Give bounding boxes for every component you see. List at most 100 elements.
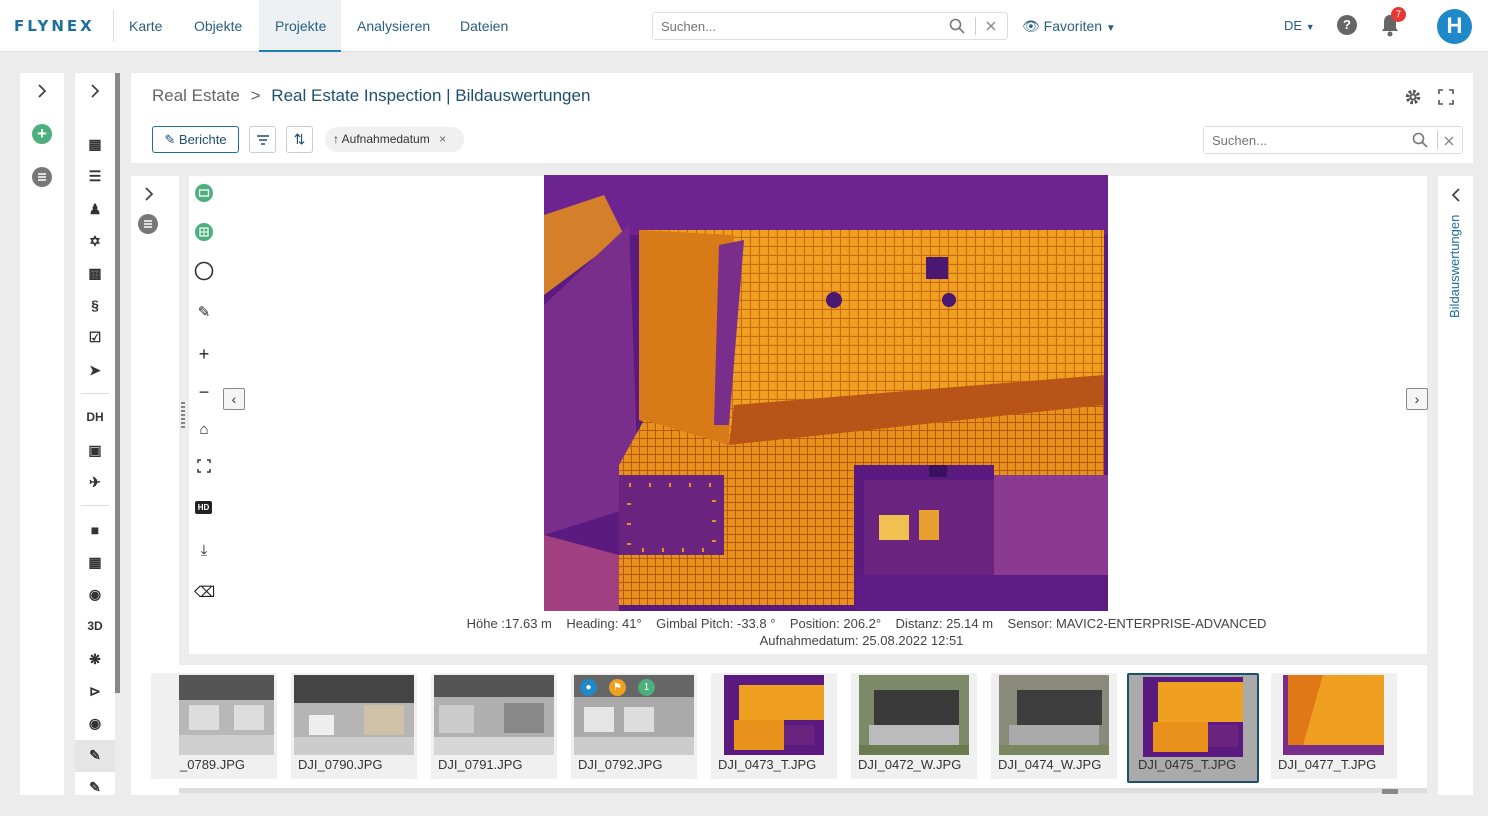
bildauswertungen-label: Bildauswertungen: [1447, 214, 1462, 318]
fullscreen-icon[interactable]: [1438, 89, 1454, 105]
thumbnail-image: [434, 675, 554, 755]
thumbnail-item[interactable]: DJI_0473_T.JPG: [711, 673, 837, 779]
bildauswertungen-tab[interactable]: Bildauswertungen: [1447, 205, 1467, 325]
thumbnail-image: [724, 675, 824, 755]
next-image-button[interactable]: ›: [1406, 388, 1428, 410]
user-avatar[interactable]: H: [1437, 9, 1472, 44]
chevron-right-icon[interactable]: [89, 84, 101, 98]
bug-icon[interactable]: ❋: [85, 649, 105, 669]
filter-icon: [256, 135, 269, 145]
viewer-tool-grid[interactable]: [194, 223, 214, 243]
thumbnail-label: DJI_0473_T.JPG: [718, 757, 817, 772]
thumbnail-scrollbar[interactable]: [179, 788, 1427, 793]
download-icon[interactable]: ⤓: [194, 541, 214, 561]
nav-projekte[interactable]: Projekte: [259, 0, 341, 52]
thumbnail-item[interactable]: DJI_0791.JPG: [431, 673, 557, 779]
thumbnail-label: DJI_0791.JPG: [438, 757, 523, 772]
image-metadata-line1: Höhe :17.63 m Heading: 41° Gimbal Pitch:…: [466, 616, 1267, 631]
nav-dateien[interactable]: Dateien: [444, 0, 524, 52]
route-icon[interactable]: ⊳: [85, 681, 105, 701]
hd-icon[interactable]: HD: [194, 498, 214, 518]
sidebar-scrollbar[interactable]: [115, 73, 120, 693]
thumbnail-item[interactable]: DJI_0472_W.JPG: [851, 673, 977, 779]
3d-icon[interactable]: 3D: [85, 616, 105, 636]
list-menu-icon[interactable]: [138, 214, 158, 234]
chevron-right-icon[interactable]: [143, 187, 155, 201]
help-icon[interactable]: ?: [1337, 15, 1357, 35]
annotate-icon[interactable]: ✎: [85, 745, 105, 765]
checklist-icon[interactable]: ☑: [85, 327, 105, 347]
nav-karte[interactable]: Karte: [113, 0, 178, 52]
list-menu-icon[interactable]: [32, 167, 52, 187]
chip-close-icon[interactable]: ×: [439, 132, 446, 146]
favorites-menu[interactable]: 👁 Favoriten ▼: [1022, 18, 1116, 35]
flight-icon[interactable]: ✈: [85, 472, 105, 492]
hd-label: HD: [195, 501, 212, 514]
fullscreen-icon[interactable]: [194, 459, 214, 479]
law-icon[interactable]: §: [85, 295, 105, 315]
thumbnail-item[interactable]: DJI_0790.JPG: [291, 673, 417, 779]
add-icon[interactable]: +: [32, 124, 52, 144]
location-pin-icon[interactable]: ●: [580, 679, 597, 696]
map-icon[interactable]: ▩: [85, 263, 105, 283]
team-icon[interactable]: ♟: [85, 199, 105, 219]
previous-image-button[interactable]: ‹: [223, 388, 245, 410]
thumbnail-item[interactable]: DJI_0474_W.JPG: [991, 673, 1117, 779]
home-icon[interactable]: ⌂: [194, 420, 214, 440]
sort-chip[interactable]: ↑ Aufnahmedatum ×: [325, 127, 464, 152]
chevron-left-icon[interactable]: [1451, 188, 1461, 202]
gear-icon[interactable]: [1404, 88, 1422, 106]
caret-down-icon: ▼: [1105, 23, 1116, 34]
filter-button[interactable]: [249, 126, 276, 153]
image-metadata-line2: Aufnahmedatum: 25.08.2022 12:51: [759, 633, 964, 648]
search-divider: [1437, 131, 1438, 149]
thumbnail-item[interactable]: _0789.JPG: [151, 673, 277, 779]
dashboard-icon[interactable]: ▦: [85, 552, 105, 572]
resize-handle[interactable]: [181, 402, 185, 428]
eye-icon: 👁: [1022, 18, 1040, 34]
flynex-logo[interactable]: FLYNEX: [14, 17, 95, 35]
dh-icon[interactable]: DH: [85, 407, 105, 427]
breadcrumb: Real Estate > Real Estate Inspection | B…: [152, 86, 590, 106]
zoom-out-icon[interactable]: −: [194, 382, 214, 402]
breadcrumb-parent[interactable]: Real Estate: [152, 86, 240, 105]
header-search-input[interactable]: [1204, 127, 1404, 153]
list-icon[interactable]: ☰: [85, 166, 105, 186]
annotation-count-badge[interactable]: 1: [638, 679, 655, 696]
nav-objekte[interactable]: Objekte: [178, 0, 258, 52]
nav-analysieren[interactable]: Analysieren: [341, 0, 446, 52]
thumbnail-item-selected[interactable]: DJI_0475_T.JPG: [1127, 673, 1259, 783]
berichte-button[interactable]: ✎ Berichte: [152, 126, 239, 153]
clear-icon[interactable]: [986, 21, 996, 31]
export-icon[interactable]: ➤: [85, 360, 105, 380]
flag-icon[interactable]: ⚑: [609, 679, 626, 696]
language-select[interactable]: DE ▼: [1284, 18, 1315, 33]
marker-icon[interactable]: ◉: [85, 713, 105, 733]
live-icon[interactable]: ▣: [85, 440, 105, 460]
thermal-image[interactable]: [544, 175, 1108, 611]
thumbnail-label: _0789.JPG: [180, 757, 246, 772]
pencil-icon[interactable]: ✎: [194, 303, 214, 323]
viewer-tool-rectangle[interactable]: [194, 184, 214, 204]
top-search-input[interactable]: [653, 13, 933, 39]
viewer-tool-circle[interactable]: [194, 261, 214, 281]
hierarchy-icon[interactable]: ▦: [85, 134, 105, 154]
sort-chip-label: Aufnahmedatum: [341, 132, 430, 146]
camera-icon[interactable]: ◉: [85, 584, 105, 604]
edit-icon[interactable]: ✎: [85, 777, 105, 797]
search-icon[interactable]: [1412, 132, 1428, 148]
drone-icon[interactable]: ✡: [85, 231, 105, 251]
thumbnail-scrollbar-thumb[interactable]: [1382, 789, 1398, 794]
zoom-in-icon[interactable]: +: [194, 344, 214, 364]
folder-icon[interactable]: ■: [85, 520, 105, 540]
thumbnail-image: [1143, 677, 1243, 757]
thumbnail-item[interactable]: DJI_0477_T.JPG: [1271, 673, 1397, 779]
thumbnail-item[interactable]: ● ⚑ 1 DJI_0792.JPG: [571, 673, 697, 779]
clear-icon[interactable]: [1444, 136, 1454, 146]
chevron-right-icon[interactable]: [36, 84, 48, 98]
circle-icon: [194, 261, 214, 281]
sort-button[interactable]: ⇅: [286, 126, 313, 153]
delete-icon[interactable]: ⌫: [194, 583, 215, 603]
green-grid-icon: [195, 223, 213, 241]
search-icon[interactable]: [949, 18, 965, 34]
